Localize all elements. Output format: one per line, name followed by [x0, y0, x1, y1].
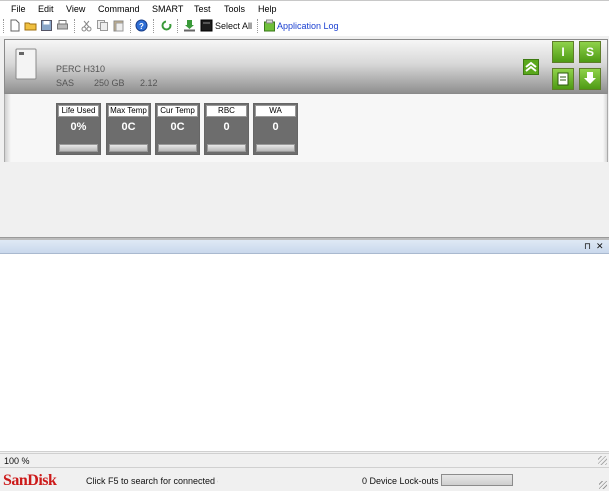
resize-grip[interactable] [599, 481, 607, 489]
collapse-chevron-up-icon[interactable] [523, 59, 539, 75]
toolbar-separator [130, 19, 132, 33]
stat-bar [207, 144, 246, 152]
svg-text:?: ? [139, 22, 144, 31]
pin-icon[interactable]: ⊓ [584, 241, 591, 252]
menu-test[interactable]: Test [194, 4, 211, 14]
menu-edit[interactable]: Edit [38, 4, 54, 14]
refresh-icon[interactable] [160, 19, 173, 32]
log-pane-header: ⊓ ✕ [0, 240, 609, 254]
status-bar: SanDisk Click F5 to search for connected… [0, 467, 609, 491]
menu-smart[interactable]: SMART [152, 4, 183, 14]
copy-icon[interactable] [96, 19, 109, 32]
menu-tools[interactable]: Tools [224, 4, 245, 14]
info-button[interactable]: I [552, 41, 574, 63]
open-icon[interactable] [24, 19, 37, 32]
menu-bar: File Edit View Command SMART Test Tools … [0, 0, 609, 18]
close-icon[interactable]: ✕ [596, 241, 604, 252]
paste-icon[interactable] [112, 19, 125, 32]
select-all-button[interactable]: Select All [215, 21, 252, 31]
device-lockouts: 0 Device Lock-outs [362, 476, 439, 486]
stat-label: Max Temp [108, 105, 149, 117]
device-capacity: 250 GB [94, 78, 125, 88]
stat-label: Cur Temp [157, 105, 198, 117]
stat-cur-temp: Cur Temp 0C [155, 103, 200, 155]
toolbar-grip [3, 19, 5, 33]
stat-max-temp: Max Temp 0C [106, 103, 151, 155]
stat-wa: WA 0 [253, 103, 298, 155]
log-pane-content [0, 254, 609, 452]
report-button[interactable] [552, 68, 574, 90]
stat-bar [256, 144, 295, 152]
device-list-panel [0, 162, 609, 237]
stat-rbc: RBC 0 [204, 103, 249, 155]
toolbar: ? Select All Application Log [0, 17, 609, 36]
stat-label: RBC [206, 105, 247, 117]
toolbar-separator [74, 19, 76, 33]
menu-help[interactable]: Help [258, 4, 277, 14]
menu-view[interactable]: View [66, 4, 85, 14]
download-arrow-icon [584, 72, 596, 84]
stat-value: 0C [121, 121, 136, 133]
menu-file[interactable]: File [11, 4, 26, 14]
stat-value: 0 [272, 121, 279, 133]
application-log-button[interactable]: Application Log [277, 21, 339, 31]
stat-value: 0% [70, 121, 87, 133]
zoom-grip [598, 456, 607, 465]
lockout-progress-bar [441, 474, 513, 486]
zoom-bar: 100 % [0, 453, 609, 467]
stat-value: 0 [223, 121, 230, 133]
application-log-icon[interactable] [263, 19, 276, 32]
stat-bar [59, 144, 98, 152]
toolbar-separator [153, 19, 155, 33]
print-icon[interactable] [56, 19, 69, 32]
cut-icon[interactable] [80, 19, 93, 32]
device-interface: SAS [56, 78, 75, 88]
device-firmware: 2.12 [140, 78, 158, 88]
status-message: Click F5 to search for connected devices [86, 476, 218, 486]
stat-value: 0C [170, 121, 185, 133]
firmware-download-button[interactable] [579, 68, 601, 90]
toolbar-separator [257, 19, 259, 33]
zoom-level: 100 % [4, 456, 30, 466]
help-icon[interactable]: ? [135, 19, 148, 32]
stat-label: Life Used [58, 105, 99, 117]
toolbar-separator [177, 19, 179, 33]
document-icon [557, 72, 569, 86]
sandisk-logo: SanDisk [3, 472, 57, 489]
device-name: PERC H310 [56, 64, 106, 74]
stat-life-used: Life Used 0% [56, 103, 101, 155]
download-icon[interactable] [183, 19, 196, 32]
menu-command[interactable]: Command [98, 4, 140, 14]
select-all-icon[interactable] [200, 19, 213, 32]
drive-icon [15, 48, 37, 80]
device-header[interactable]: PERC H310 SAS 250 GB 2.12 I S [4, 39, 608, 94]
smart-button[interactable]: S [579, 41, 601, 63]
save-icon[interactable] [40, 19, 53, 32]
stat-bar [158, 144, 197, 152]
new-icon[interactable] [8, 19, 21, 32]
stat-bar [109, 144, 148, 152]
stat-label: WA [255, 105, 296, 117]
